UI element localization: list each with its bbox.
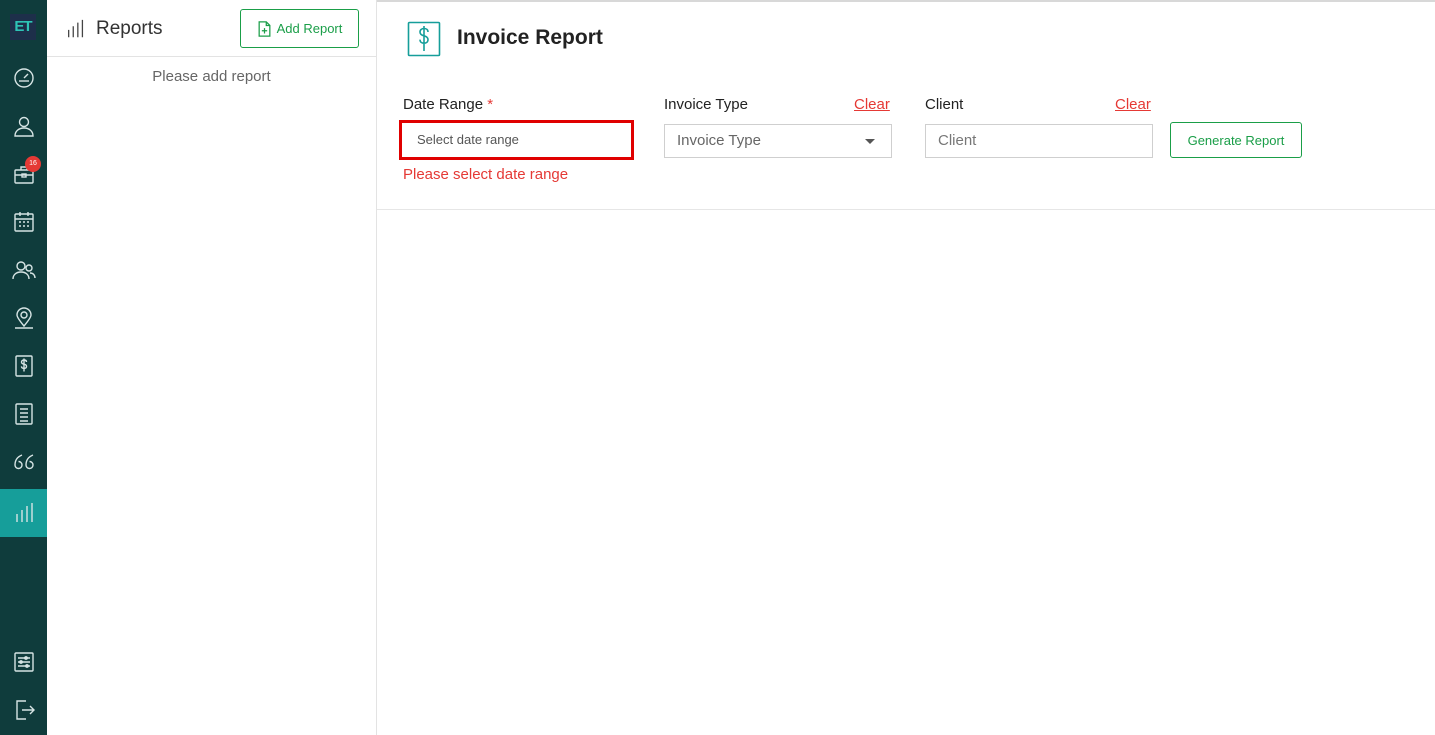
reports-icon (65, 18, 87, 40)
nav-rail: ET 16 (0, 0, 47, 735)
add-report-button[interactable]: Add Report (240, 9, 359, 48)
add-report-label: Add Report (276, 21, 343, 36)
date-range-error: Please select date range (403, 166, 569, 183)
add-file-icon (258, 20, 271, 37)
generate-report-button[interactable]: Generate Report (1170, 122, 1302, 158)
nav-locations[interactable] (0, 294, 47, 342)
reports-panel-header: Reports Add Report (47, 0, 376, 57)
chevron-down-icon (865, 139, 875, 144)
invoice-type-clear-link[interactable]: Clear (854, 96, 890, 113)
reports-panel: Reports Add Report Please add report (47, 0, 377, 735)
list-icon (14, 403, 33, 425)
settings-icon (13, 652, 34, 672)
users-icon (11, 261, 36, 280)
client-label: Client (925, 96, 964, 113)
date-range-label-text: Date Range (403, 96, 484, 113)
main-content: Invoice Report Date Range * Select date … (377, 2, 1435, 735)
notification-badge: 16 (25, 156, 41, 172)
nav-quotes[interactable] (0, 438, 47, 486)
quote-icon (13, 454, 34, 470)
dollar-document-icon (407, 21, 441, 57)
client-clear-link[interactable]: Clear (1115, 96, 1151, 113)
logo-text: ET (14, 18, 32, 35)
invoice-type-select[interactable]: Invoice Type (664, 124, 892, 158)
app-logo[interactable]: ET (10, 14, 36, 40)
dashboard-icon (13, 68, 34, 88)
invoice-type-label: Invoice Type (664, 96, 748, 113)
date-range-input[interactable]: Select date range (399, 120, 634, 160)
reports-icon (15, 503, 33, 522)
invoice-type-placeholder: Invoice Type (677, 132, 761, 149)
nav-profile[interactable] (0, 102, 47, 150)
nav-team[interactable] (0, 246, 47, 294)
logout-icon (15, 700, 35, 720)
user-icon (13, 116, 34, 137)
client-input[interactable]: Client (925, 124, 1153, 158)
nav-dashboard[interactable] (0, 54, 47, 102)
date-range-label: Date Range * (403, 96, 493, 113)
page-title: Invoice Report (457, 26, 603, 49)
required-marker: * (487, 96, 494, 113)
nav-lists[interactable] (0, 390, 47, 438)
location-icon (14, 307, 33, 329)
empty-state-text: Please add report (152, 68, 271, 85)
main-header: Invoice Report (377, 2, 1435, 80)
nav-settings[interactable] (0, 638, 47, 686)
nav-reports[interactable] (0, 489, 47, 537)
nav-logout[interactable] (0, 686, 47, 734)
invoice-icon (14, 355, 33, 377)
report-filters: Date Range * Select date range Please se… (377, 80, 1435, 210)
nav-calendar[interactable] (0, 198, 47, 246)
nav-jobs[interactable]: 16 (0, 150, 47, 198)
calendar-icon (13, 212, 34, 232)
nav-invoices[interactable] (0, 342, 47, 390)
panel-title: Reports (96, 18, 163, 39)
